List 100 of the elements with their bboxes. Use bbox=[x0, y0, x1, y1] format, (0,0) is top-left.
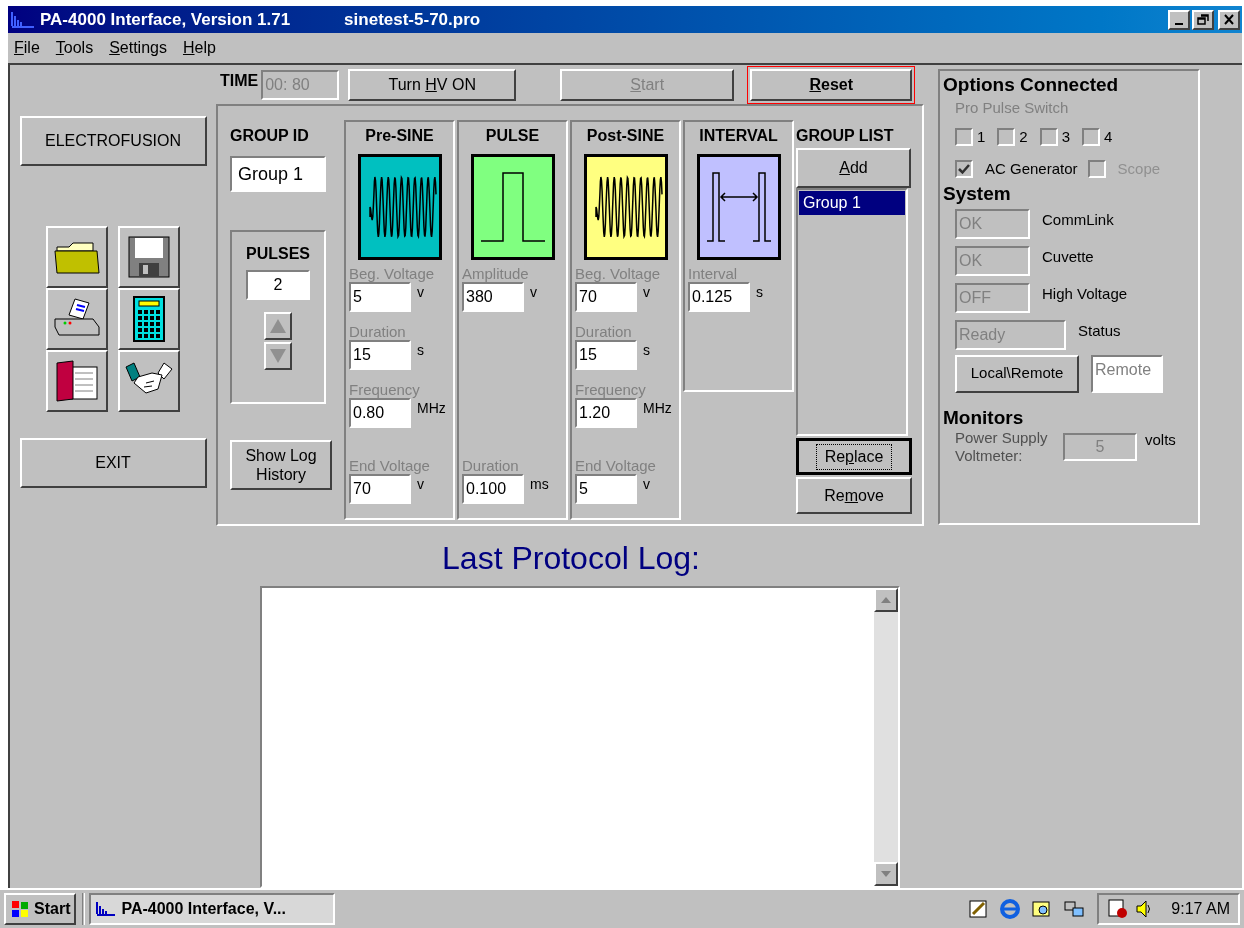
status-label: Status bbox=[1078, 320, 1121, 341]
remove-button[interactable]: Remove bbox=[796, 477, 912, 514]
field-label: Beg. Voltage bbox=[575, 266, 662, 282]
local-remote-button[interactable]: Local\Remote bbox=[955, 354, 1079, 393]
unit-label: s bbox=[417, 341, 424, 360]
input-field[interactable]: 0.125 bbox=[688, 282, 750, 312]
segment-title: INTERVAL bbox=[698, 126, 779, 146]
input-field[interactable]: 70 bbox=[575, 282, 637, 312]
group-list[interactable]: Group 1 bbox=[796, 188, 908, 436]
segment-title: PULSE bbox=[484, 126, 541, 146]
checkbox[interactable] bbox=[955, 127, 973, 146]
scroll-down-button[interactable] bbox=[874, 862, 898, 886]
taskbar-window-button[interactable]: PA-4000 Interface, V... bbox=[89, 893, 336, 925]
show-log-history-button[interactable]: Show Log History bbox=[230, 440, 332, 490]
unit-label: s bbox=[643, 341, 650, 360]
mode-field[interactable]: Remote bbox=[1091, 354, 1163, 393]
pulses-field[interactable]: 2 bbox=[246, 270, 310, 300]
replace-button[interactable]: Replace bbox=[796, 438, 912, 475]
unit-label: v bbox=[643, 475, 650, 494]
volts-label: volts bbox=[1145, 429, 1176, 450]
option-label: AC Generator bbox=[985, 159, 1078, 179]
toolbar-button[interactable] bbox=[118, 350, 180, 412]
group-list-item[interactable]: Group 1 bbox=[799, 191, 905, 215]
file-name: sinetest-5-70.pro bbox=[344, 8, 481, 31]
toolbar-button[interactable] bbox=[46, 288, 108, 350]
minimize-icon bbox=[1175, 22, 1183, 25]
field-label: Frequency bbox=[575, 382, 647, 398]
checkbox[interactable] bbox=[955, 160, 973, 179]
toolbar-button[interactable] bbox=[118, 226, 180, 288]
input-field[interactable]: 5 bbox=[575, 474, 637, 504]
voltmeter-label: Power Supply Voltmeter: bbox=[955, 428, 1049, 465]
toolbar-button[interactable] bbox=[46, 226, 108, 288]
input-field[interactable]: 0.80 bbox=[349, 398, 411, 428]
unit-label: v bbox=[417, 283, 424, 302]
field-label: Beg. Voltage bbox=[349, 266, 436, 282]
options-title: Options Connected bbox=[943, 73, 1120, 97]
scrollbar[interactable] bbox=[874, 588, 898, 886]
input-field[interactable]: 70 bbox=[349, 474, 411, 504]
toolbar-button[interactable] bbox=[118, 288, 180, 350]
unit-label: MHz bbox=[417, 399, 446, 418]
exit-button[interactable]: EXIT bbox=[19, 438, 207, 488]
clock: 9:17 AM bbox=[1171, 899, 1230, 919]
menu-item[interactable]: Settings bbox=[107, 36, 169, 60]
action-button[interactable]: Reset bbox=[750, 69, 913, 101]
checkbox[interactable] bbox=[997, 127, 1016, 146]
close-button[interactable] bbox=[1218, 9, 1240, 30]
field-label: Amplitude bbox=[462, 266, 530, 282]
window-title: PA-4000 Interface, Version 1.71 bbox=[40, 8, 291, 31]
segment-title: Post-SINE bbox=[585, 126, 666, 146]
action-button[interactable]: Turn HV ON bbox=[348, 69, 517, 101]
notepad-icon[interactable] bbox=[967, 898, 990, 920]
unit-label: MHz bbox=[643, 399, 672, 418]
minimize-button[interactable] bbox=[1168, 9, 1190, 30]
group-list-label: GROUP LIST bbox=[796, 126, 894, 146]
add-button[interactable]: Add bbox=[796, 148, 911, 188]
switch-label: 1 bbox=[977, 126, 986, 147]
menu-item[interactable]: File bbox=[12, 36, 42, 60]
restore-button[interactable] bbox=[1192, 9, 1214, 30]
field-label: End Voltage bbox=[575, 458, 657, 474]
menu-item[interactable]: Help bbox=[180, 36, 218, 60]
checkmark-icon bbox=[958, 163, 970, 176]
status-label: Cuvette bbox=[1042, 246, 1094, 267]
input-field[interactable]: 1.20 bbox=[575, 398, 637, 428]
windows-flag-icon bbox=[10, 900, 30, 918]
field-label: End Voltage bbox=[349, 458, 431, 474]
app-logo-icon bbox=[95, 900, 118, 918]
log-title: Last Protocol Log: bbox=[441, 539, 701, 578]
input-field[interactable]: 380 bbox=[462, 282, 524, 312]
menu-item[interactable]: Tools bbox=[53, 36, 96, 60]
scroll-up-button[interactable] bbox=[874, 588, 898, 612]
group-id-field[interactable]: Group 1 bbox=[230, 156, 326, 192]
pulses-label: PULSES bbox=[246, 244, 310, 264]
unit-label: v bbox=[530, 283, 537, 302]
segment-title: Pre-SINE bbox=[364, 126, 435, 146]
group-id-label: GROUP ID bbox=[230, 126, 309, 146]
field-label: Duration bbox=[575, 324, 633, 340]
up-arrow-icon bbox=[881, 597, 891, 603]
close-icon bbox=[1223, 14, 1235, 25]
down-arrow-icon bbox=[881, 871, 891, 877]
unit-label: v bbox=[643, 283, 650, 302]
app-logo-icon bbox=[10, 9, 36, 30]
input-field[interactable]: 15 bbox=[575, 340, 637, 370]
time-label: TIME bbox=[220, 71, 259, 91]
checkbox[interactable] bbox=[1039, 127, 1058, 146]
toolbar-button[interactable] bbox=[46, 350, 108, 412]
input-field[interactable]: 15 bbox=[349, 340, 411, 370]
field-label: Frequency bbox=[349, 382, 421, 398]
monitors-title: Monitors bbox=[943, 406, 1025, 429]
system-title: System bbox=[943, 182, 1012, 205]
checkbox[interactable] bbox=[1082, 127, 1101, 146]
calculator-icon bbox=[132, 295, 166, 343]
switch-label: 4 bbox=[1104, 126, 1113, 147]
switch-label: 3 bbox=[1061, 126, 1071, 147]
start-button[interactable]: Start bbox=[4, 893, 77, 925]
electrofusion-button[interactable]: ELECTROFUSION bbox=[19, 116, 207, 166]
unit-label: ms bbox=[530, 475, 549, 494]
input-field[interactable]: 0.100 bbox=[462, 474, 524, 504]
unit-label: s bbox=[756, 283, 763, 302]
input-field[interactable]: 5 bbox=[349, 282, 411, 312]
switch-label: 2 bbox=[1019, 126, 1028, 147]
